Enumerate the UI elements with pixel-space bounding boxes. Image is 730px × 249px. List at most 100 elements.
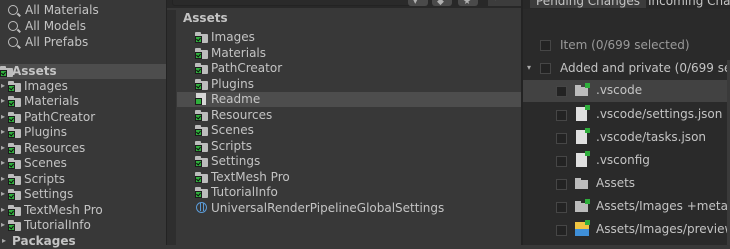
file-icon (576, 105, 590, 121)
group-added-and-private[interactable]: ▾ Added and private (0/699 selec (523, 58, 730, 80)
tree-item-assets[interactable]: Assets (0, 64, 166, 79)
asset-label: Readme (211, 92, 261, 106)
change-row-assets[interactable]: Assets (523, 173, 730, 195)
asset-item-tutorialinfo[interactable]: TutorialInfo (177, 185, 521, 200)
asset-label: Settings (211, 154, 261, 168)
file-icon (576, 151, 590, 167)
folder-icon (575, 83, 590, 96)
asset-item-scripts[interactable]: Scripts (177, 139, 521, 154)
change-row-vscode-tasks[interactable]: .vscode/tasks.json (523, 127, 730, 149)
change-row-vsconfig[interactable]: .vsconfig (523, 150, 730, 172)
tab-pending-changes[interactable]: Pending Changes (530, 0, 646, 8)
asset-label: UniversalRenderPipelineGlobalSettings (211, 201, 445, 215)
layers-count-label: 25 (502, 0, 517, 2)
readme-icon (195, 93, 206, 105)
asset-item-urp-global-settings[interactable]: UniversalRenderPipelineGlobalSettings (177, 201, 521, 216)
row-checkbox[interactable] (556, 225, 567, 236)
change-path-label: Assets/Images +meta (596, 199, 728, 213)
tree-item-scenes[interactable]: ▸ Scenes (0, 156, 166, 171)
project-search-input[interactable] (172, 0, 424, 6)
chevron-right-icon: ▸ (1, 143, 6, 152)
tree-item-plugins[interactable]: ▸ Plugins (0, 125, 166, 140)
asset-item-resources[interactable]: Resources (177, 108, 521, 123)
asset-item-textmesh-pro[interactable]: TextMesh Pro (177, 170, 521, 185)
folder-icon (195, 63, 209, 74)
row-checkbox[interactable] (556, 110, 567, 121)
row-checkbox[interactable] (556, 86, 567, 97)
label-icon: ◆ (437, 0, 444, 7)
favorite-label: All Models (25, 19, 86, 33)
favorite-label: All Prefabs (25, 35, 89, 49)
chevron-right-icon: ▸ (1, 174, 6, 183)
folder-icon (195, 110, 209, 121)
group-header-label: Added and private (0/699 selec (560, 61, 730, 75)
row-checkbox[interactable] (556, 133, 567, 144)
hidden-packages-toggle[interactable]: ✎ 25 (488, 0, 522, 6)
tree-item-materials[interactable]: ▸ Materials (0, 94, 166, 109)
change-row-assets-images[interactable]: Assets/Images +meta (523, 196, 730, 218)
folder-icon (8, 205, 22, 216)
chevron-right-icon: ▸ (1, 220, 6, 229)
select-all-checkbox[interactable] (540, 40, 551, 51)
chevron-right-icon: ▸ (2, 236, 7, 245)
filter-by-type-button[interactable]: ▾ (408, 0, 428, 7)
tree-item-packages[interactable]: ▸ Packages (0, 234, 166, 249)
tree-item-tutorialinfo[interactable]: ▸ TutorialInfo (0, 218, 166, 233)
folder-icon (195, 141, 209, 152)
chevron-right-icon: ▸ (1, 81, 6, 90)
favorite-star-button[interactable]: ★ (458, 0, 478, 7)
breadcrumb-assets[interactable]: Assets (183, 11, 228, 25)
tree-item-images[interactable]: ▸ Images (0, 79, 166, 94)
asset-item-scenes[interactable]: Scenes (177, 123, 521, 138)
folder-icon (195, 156, 209, 167)
tree-item-scripts[interactable]: ▸ Scripts (0, 172, 166, 187)
tree-item-resources[interactable]: ▸ Resources (0, 141, 166, 156)
tree-item-settings[interactable]: ▸ Settings (0, 187, 166, 202)
folder-icon (195, 32, 209, 43)
filter-by-label-button[interactable]: ◆ (432, 0, 452, 7)
folder-icon (8, 174, 22, 185)
file-icon (576, 128, 590, 144)
tree-item-label: Resources (24, 141, 86, 155)
group-checkbox[interactable] (540, 63, 551, 74)
asset-item-pathcreator[interactable]: PathCreator (177, 61, 521, 76)
asset-item-plugins[interactable]: Plugins (177, 77, 521, 92)
asset-item-settings[interactable]: Settings (177, 154, 521, 169)
asset-item-materials[interactable]: Materials (177, 46, 521, 61)
folder-icon (575, 199, 590, 212)
tree-item-label: Settings (24, 187, 74, 201)
change-path-label: .vscode/tasks.json (596, 130, 707, 144)
folder-icon (195, 79, 209, 90)
tree-item-label: Images (24, 79, 68, 93)
tree-item-textmesh-pro[interactable]: ▸ TextMesh Pro (0, 203, 166, 218)
asset-label: TutorialInfo (211, 185, 278, 199)
row-checkbox[interactable] (556, 202, 567, 213)
folder-icon (575, 178, 589, 189)
tree-item-pathcreator[interactable]: ▸ PathCreator (0, 110, 166, 125)
tree-item-label: TutorialInfo (24, 218, 91, 232)
tab-incoming-changes[interactable]: Incoming Cha (648, 0, 730, 8)
chevron-right-icon: ▸ (1, 127, 6, 136)
asset-label: Materials (211, 46, 267, 60)
tree-item-label: Scripts (24, 172, 66, 186)
change-row-vscode-settings[interactable]: .vscode/settings.json (523, 104, 730, 126)
search-icon (8, 21, 18, 31)
row-checkbox[interactable] (556, 179, 567, 190)
row-checkbox[interactable] (556, 156, 567, 167)
folder-breadcrumb: Assets (177, 9, 521, 27)
tree-item-label: Materials (24, 94, 80, 108)
asset-item-images[interactable]: Images (177, 30, 521, 45)
folder-icon (8, 127, 22, 138)
tree-item-label: PathCreator (24, 110, 96, 124)
asset-item-readme[interactable]: Readme (177, 92, 521, 107)
tree-item-label: Assets (12, 64, 57, 78)
change-row-vscode[interactable]: .vscode (523, 80, 730, 102)
asset-label: Images (211, 30, 255, 44)
change-row-preview-image[interactable]: Assets/Images/preview.p (523, 219, 730, 241)
asset-label: Plugins (211, 77, 254, 91)
folder-icon (8, 96, 22, 107)
search-icon (8, 37, 18, 47)
chevron-right-icon: ▸ (1, 112, 6, 121)
tree-scrollbar[interactable] (167, 10, 176, 245)
change-path-label: .vscode (596, 83, 643, 97)
